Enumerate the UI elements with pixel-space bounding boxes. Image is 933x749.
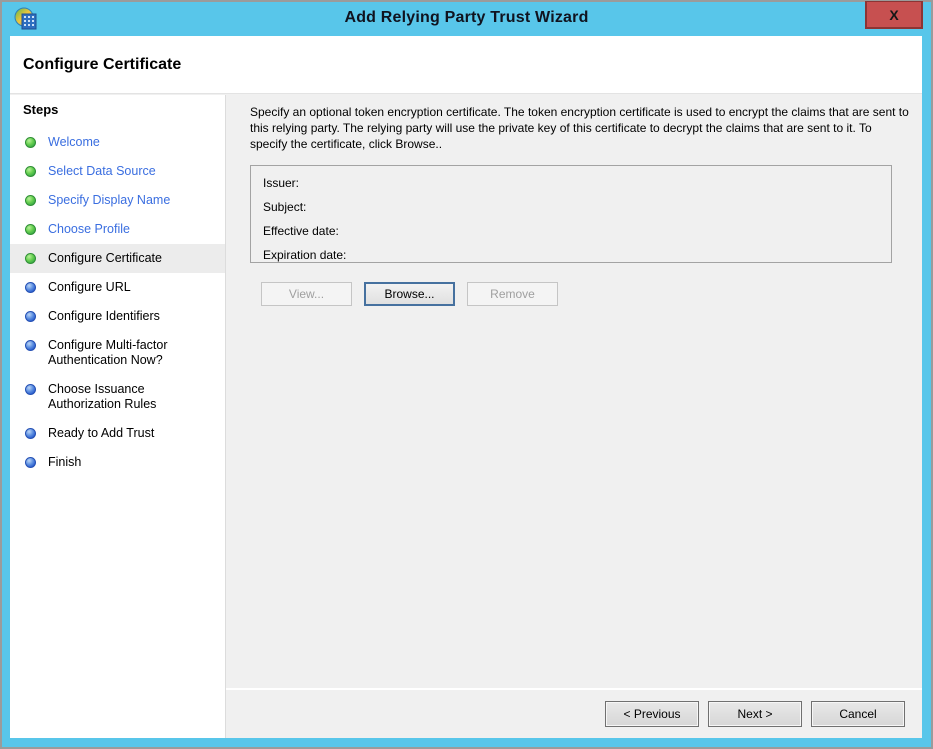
instructions-text: Specify an optional token encryption cer… [250,104,912,152]
close-icon: X [889,7,898,23]
step-pending-icon [25,457,36,468]
titlebar[interactable]: Add Relying Party Trust Wizard X [2,2,931,36]
step-item-finish: Finish [10,448,225,477]
step-current-icon [25,253,36,264]
step-item-ready-to-add-trust: Ready to Add Trust [10,419,225,448]
page-title: Configure Certificate [23,56,181,74]
step-label: Specify Display Name [48,193,170,207]
step-pending-icon [25,282,36,293]
step-completed-icon [25,224,36,235]
cancel-button[interactable]: Cancel [811,701,905,727]
previous-button[interactable]: < Previous [605,701,699,727]
remove-button: Remove [467,282,558,306]
cert-issuer-label: Issuer: [263,176,299,190]
window-title: Add Relying Party Trust Wizard [2,9,931,27]
certificate-info-box: Issuer: Subject: Effective date: Expirat… [250,165,892,263]
cert-effective-date-label: Effective date: [263,224,339,238]
step-label: Choose Issuance Authorization Rules [48,382,156,411]
step-label: Finish [48,455,81,469]
step-label: Select Data Source [48,164,156,178]
step-label: Configure Certificate [48,251,162,265]
step-item-configure-identifiers: Configure Identifiers [10,302,225,331]
step-completed-icon [25,137,36,148]
step-item-choose-profile[interactable]: Choose Profile [10,215,225,244]
step-completed-icon [25,166,36,177]
step-item-configure-certificate: Configure Certificate [10,244,225,273]
cert-expiration-date-label: Expiration date: [263,248,346,262]
certificate-actions: View... Browse... Remove [261,282,922,306]
step-label: Configure Multi-factor Authentication No… [48,338,168,367]
steps-sidebar: Steps Welcome Select Data Source Specify… [10,95,226,738]
step-item-select-data-source[interactable]: Select Data Source [10,157,225,186]
next-button[interactable]: Next > [708,701,802,727]
step-label: Welcome [48,135,100,149]
steps-list: Welcome Select Data Source Specify Displ… [10,128,225,477]
wizard-footer: < Previous Next > Cancel [226,688,922,738]
view-button: View... [261,282,352,306]
step-pending-icon [25,311,36,322]
step-item-choose-issuance-rules: Choose Issuance Authorization Rules [10,375,225,419]
step-label: Choose Profile [48,222,130,236]
step-pending-icon [25,340,36,351]
page-header: Configure Certificate [10,36,922,94]
step-label: Ready to Add Trust [48,426,154,440]
step-item-configure-url: Configure URL [10,273,225,302]
wizard-body: Configure Certificate Steps Welcome Sele… [10,36,922,738]
step-item-specify-display-name[interactable]: Specify Display Name [10,186,225,215]
cert-subject-label: Subject: [263,200,306,214]
main-panel: Specify an optional token encryption cer… [226,95,922,738]
step-item-configure-mfa: Configure Multi-factor Authentication No… [10,331,225,375]
step-item-welcome[interactable]: Welcome [10,128,225,157]
browse-button[interactable]: Browse... [364,282,455,306]
steps-heading: Steps [10,101,225,128]
close-button[interactable]: X [865,1,923,29]
wizard-window: Add Relying Party Trust Wizard X Configu… [0,0,933,749]
step-label: Configure Identifiers [48,309,160,323]
step-completed-icon [25,195,36,206]
step-pending-icon [25,384,36,395]
step-label: Configure URL [48,280,131,294]
step-pending-icon [25,428,36,439]
